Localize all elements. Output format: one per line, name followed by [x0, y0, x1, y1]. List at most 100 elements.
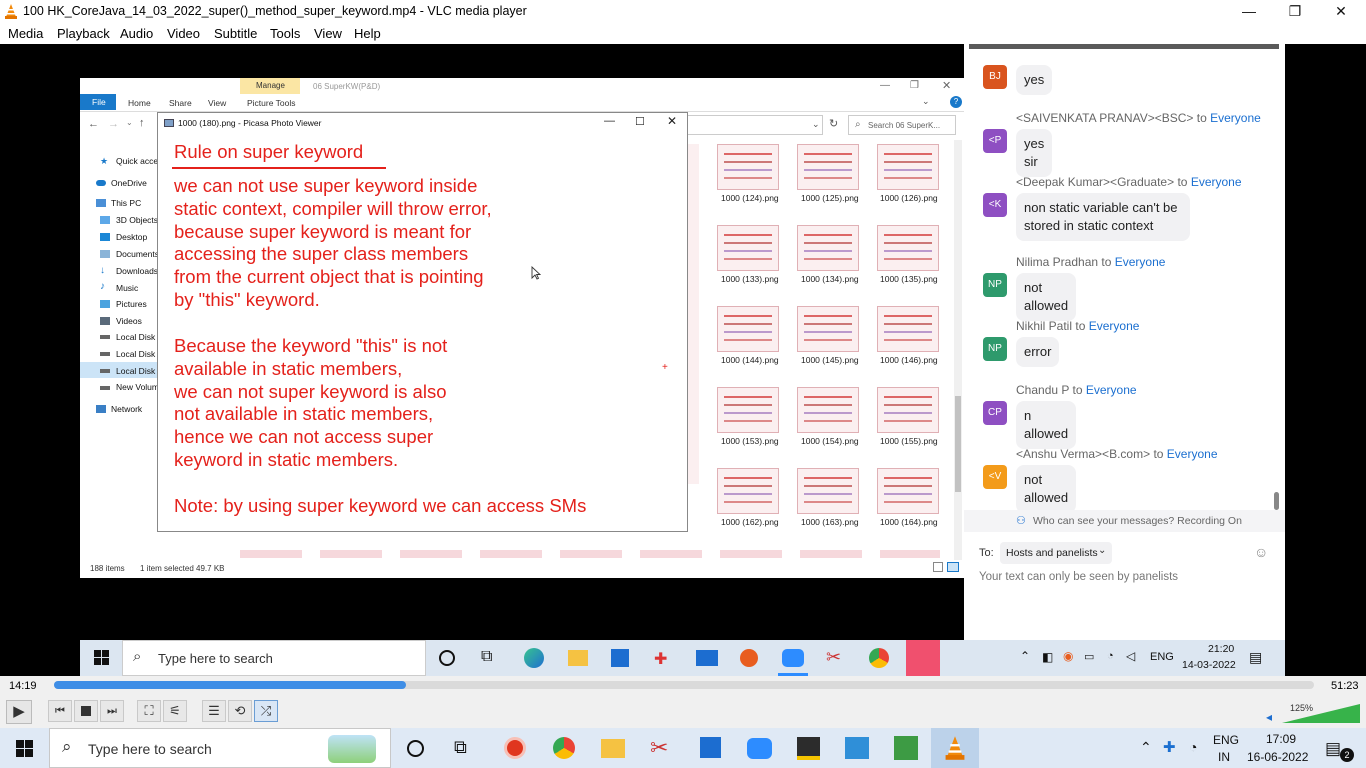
- thumbnail[interactable]: [877, 306, 939, 352]
- menu-media[interactable]: Media: [8, 26, 43, 41]
- volume-slider[interactable]: [1282, 702, 1362, 724]
- edge-icon[interactable]: [524, 648, 544, 668]
- tray-chevron-icon[interactable]: ⌃: [1020, 649, 1030, 663]
- next-button[interactable]: ⏭: [100, 700, 124, 722]
- nav-documents[interactable]: Documents: [116, 249, 159, 259]
- tray-record-icon[interactable]: ◉: [1063, 649, 1073, 663]
- chrome-icon[interactable]: [553, 737, 575, 759]
- nav-new-volume[interactable]: New Volum: [116, 382, 159, 392]
- nav-local-disk-3[interactable]: Local Disk (: [116, 366, 160, 376]
- manage-tab[interactable]: Manage: [256, 81, 285, 90]
- nav-videos[interactable]: Videos: [116, 316, 142, 326]
- active-vlc-taskbar-button[interactable]: [931, 728, 979, 768]
- help-icon[interactable]: ?: [950, 96, 962, 108]
- store-icon[interactable]: [700, 737, 721, 758]
- sender-recipient[interactable]: Everyone: [1210, 111, 1261, 125]
- up-arrow-icon[interactable]: ↑: [139, 117, 145, 129]
- minimize-button[interactable]: —: [1226, 0, 1272, 23]
- outer-language[interactable]: ENG: [1213, 733, 1239, 747]
- inner-clock-date[interactable]: 14-03-2022: [1182, 659, 1236, 671]
- thumbnail[interactable]: [877, 387, 939, 433]
- notification-icon[interactable]: ▤: [1325, 739, 1341, 759]
- task-view-icon[interactable]: ⧉: [454, 737, 467, 758]
- zoom-icon[interactable]: [747, 738, 772, 759]
- maximize-button[interactable]: ❐: [1272, 0, 1318, 23]
- inner-clock-time[interactable]: 21:20: [1208, 643, 1234, 655]
- chat-scrollbar[interactable]: [1273, 56, 1280, 516]
- large-icons-view-icon[interactable]: [947, 562, 959, 572]
- gift-icon[interactable]: ✚: [654, 649, 667, 669]
- sender-recipient[interactable]: Everyone: [1167, 447, 1218, 461]
- record-icon[interactable]: [740, 649, 758, 667]
- mail-icon[interactable]: [696, 650, 718, 666]
- snipping-tool-icon[interactable]: ✂: [826, 647, 841, 668]
- photos-icon[interactable]: [845, 737, 869, 759]
- extended-settings-button[interactable]: ⚟: [163, 700, 187, 722]
- nav-pictures[interactable]: Pictures: [116, 299, 147, 309]
- sticky-notes-icon[interactable]: [797, 737, 820, 760]
- explorer-close[interactable]: ✕: [942, 79, 951, 92]
- outer-search-box[interactable]: ⌕ Type here to search: [49, 728, 391, 768]
- outer-region[interactable]: IN: [1218, 750, 1230, 764]
- menu-view[interactable]: View: [314, 26, 342, 41]
- notification-icon[interactable]: ▤: [1249, 649, 1262, 666]
- ribbon-tab-home[interactable]: Home: [128, 98, 151, 108]
- picasa-close[interactable]: ✕: [667, 114, 677, 128]
- play-button[interactable]: ▶: [6, 700, 32, 724]
- emoji-icon[interactable]: ☺: [1254, 544, 1268, 560]
- nav-network[interactable]: Network: [111, 404, 142, 414]
- chart-app-icon[interactable]: [894, 736, 918, 760]
- menu-video[interactable]: Video: [167, 26, 200, 41]
- thumbnail[interactable]: [797, 468, 859, 514]
- ribbon-tab-view[interactable]: View: [208, 98, 226, 108]
- address-dropdown-icon[interactable]: ⌄: [812, 119, 820, 130]
- picasa-maximize[interactable]: ☐: [635, 115, 645, 128]
- inner-language[interactable]: ENG: [1150, 651, 1174, 663]
- battery-icon[interactable]: ▭: [1084, 650, 1094, 663]
- recent-dropdown-icon[interactable]: ⌄: [126, 118, 133, 127]
- wifi-icon[interactable]: ◔: [1107, 650, 1114, 662]
- thumbnail[interactable]: [717, 144, 779, 190]
- menu-audio[interactable]: Audio: [120, 26, 153, 41]
- cortana-icon[interactable]: [407, 740, 424, 757]
- snipping-tool-icon[interactable]: ✂: [650, 735, 668, 761]
- speaker-icon[interactable]: ◂: [1266, 710, 1272, 724]
- seek-bar[interactable]: [54, 681, 1314, 689]
- thumbnail[interactable]: [717, 468, 779, 514]
- nav-desktop[interactable]: Desktop: [116, 232, 147, 242]
- recipient-dropdown[interactable]: Hosts and panelists ⌄: [1000, 542, 1112, 564]
- folder-icon[interactable]: [568, 650, 588, 666]
- address-bar[interactable]: ⌄: [685, 115, 823, 135]
- outer-clock-date[interactable]: 16-06-2022: [1247, 750, 1308, 764]
- zoom-icon[interactable]: [782, 649, 804, 667]
- task-view-icon[interactable]: ⧉: [481, 648, 492, 666]
- thumbnail[interactable]: [797, 387, 859, 433]
- menu-help[interactable]: Help: [354, 26, 381, 41]
- windows-start-icon[interactable]: [16, 740, 33, 757]
- outer-clock-time[interactable]: 17:09: [1266, 732, 1296, 746]
- explorer-minimize[interactable]: —: [880, 80, 890, 91]
- thumbnail[interactable]: [877, 225, 939, 271]
- menu-tools[interactable]: Tools: [270, 26, 300, 41]
- sender-recipient[interactable]: Everyone: [1115, 255, 1166, 269]
- sender-recipient[interactable]: Everyone: [1191, 175, 1242, 189]
- refresh-icon[interactable]: ↻: [829, 117, 838, 130]
- chrome-icon[interactable]: [869, 648, 889, 668]
- nav-downloads[interactable]: Downloads: [116, 266, 158, 276]
- thumbnail[interactable]: [797, 144, 859, 190]
- playlist-button[interactable]: ☰: [202, 700, 226, 722]
- fullscreen-button[interactable]: ⛶: [137, 700, 161, 722]
- nav-this-pc[interactable]: This PC: [111, 198, 141, 208]
- explorer-scrollbar-thumb[interactable]: [955, 396, 961, 492]
- thumbnail[interactable]: [877, 468, 939, 514]
- camera-app-icon[interactable]: [906, 640, 940, 676]
- previous-button[interactable]: ⏮: [48, 700, 72, 722]
- nav-local-disk-2[interactable]: Local Disk (: [116, 349, 160, 359]
- tray-plus-icon[interactable]: ✚: [1163, 738, 1176, 756]
- close-button[interactable]: ✕: [1318, 0, 1364, 23]
- thumbnail[interactable]: [877, 144, 939, 190]
- screen-recorder-icon[interactable]: [504, 737, 526, 759]
- shuffle-button[interactable]: ⤮: [254, 700, 278, 722]
- windows-start-icon[interactable]: [94, 650, 109, 665]
- tray-app-icon[interactable]: ◧: [1042, 650, 1053, 664]
